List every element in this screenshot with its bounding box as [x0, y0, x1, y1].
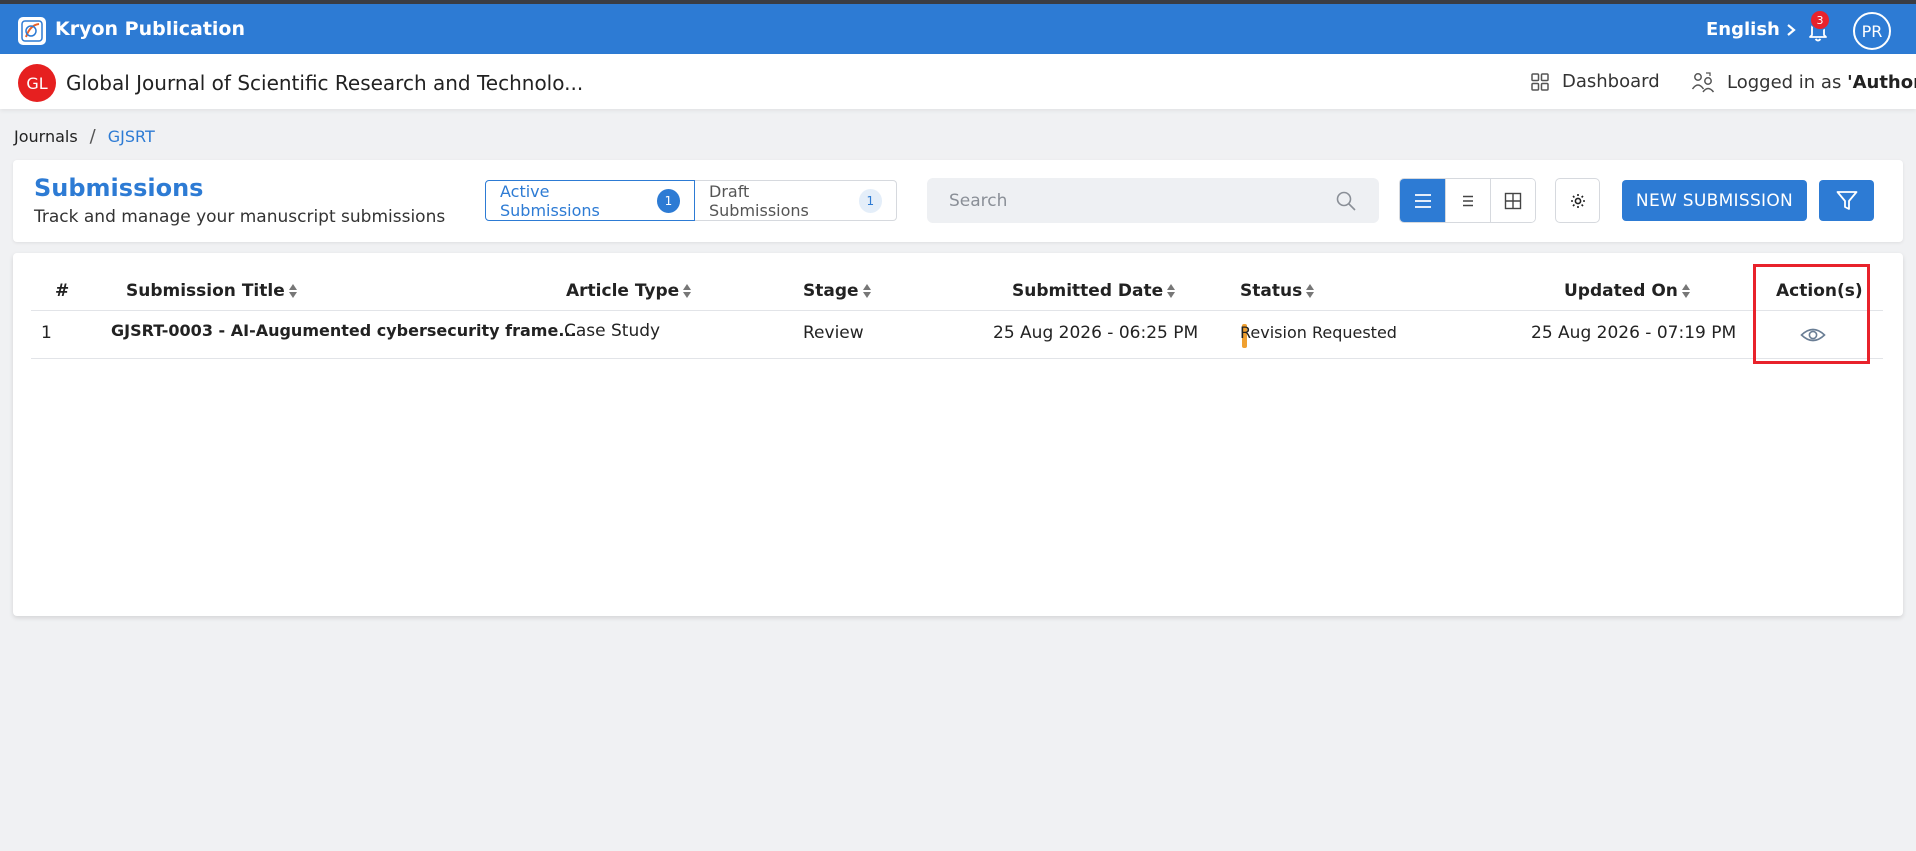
- column-header-updated-on[interactable]: Updated On: [1564, 281, 1690, 301]
- tab-draft-submissions[interactable]: Draft Submissions 1: [695, 180, 897, 221]
- column-header-submitted-date[interactable]: Submitted Date: [1012, 281, 1176, 301]
- gear-icon: [1570, 193, 1585, 208]
- status-badge: Revision Requested: [1240, 323, 1397, 342]
- journal-header: GL Global Journal of Scientific Research…: [0, 54, 1916, 109]
- submissions-header-card: Submissions Track and manage your manusc…: [13, 160, 1903, 242]
- compact-view-button[interactable]: [1445, 179, 1490, 222]
- logged-in-role-name: 'Author': [1847, 71, 1916, 93]
- new-submission-button[interactable]: NEW SUBMISSION: [1622, 180, 1807, 221]
- column-header-number: #: [55, 281, 70, 301]
- grid-icon: [1504, 192, 1522, 209]
- sort-icon: [1306, 284, 1315, 298]
- language-label: English: [1706, 19, 1780, 40]
- cell-updated-on: 25 Aug 2026 - 07:19 PM: [1531, 323, 1737, 343]
- table-row[interactable]: 1 GJSRT-0003 - AI-Augumented cybersecuri…: [31, 311, 1883, 359]
- app-header: Kryon Publication English 3 PR: [0, 4, 1916, 54]
- view-mode-toggle: [1399, 178, 1536, 223]
- cell-submission-title[interactable]: GJSRT-0003 - AI-Augumented cybersecurity…: [111, 321, 577, 340]
- breadcrumb-journals[interactable]: Journals: [14, 127, 78, 146]
- tab-label: Active Submissions: [500, 181, 600, 220]
- dashboard-label: Dashboard: [1562, 71, 1660, 92]
- breadcrumb-current[interactable]: GJSRT: [108, 127, 155, 146]
- list-icon: [1414, 193, 1431, 208]
- search-icon[interactable]: [1335, 190, 1357, 212]
- filter-icon: [1836, 190, 1857, 210]
- sort-icon: [683, 284, 692, 298]
- app-logo-icon: [18, 17, 46, 45]
- dashboard-link[interactable]: Dashboard: [1530, 71, 1660, 92]
- search-input[interactable]: [949, 190, 1335, 211]
- page-title: Submissions: [34, 174, 204, 202]
- column-header-status[interactable]: Status: [1240, 281, 1315, 301]
- actions-column-highlight: [1753, 264, 1870, 364]
- tab-active-submissions[interactable]: Active Submissions 1: [485, 180, 695, 221]
- eye-icon[interactable]: [1800, 325, 1826, 345]
- list-view-button[interactable]: [1400, 179, 1445, 222]
- chevron-right-icon: [1787, 23, 1796, 36]
- compact-list-icon: [1463, 195, 1473, 206]
- user-avatar[interactable]: PR: [1853, 12, 1891, 50]
- sort-icon: [288, 284, 297, 298]
- journal-title: Global Journal of Scientific Research an…: [66, 71, 584, 95]
- app-title: Kryon Publication: [55, 18, 246, 40]
- switch-user-icon: [1691, 72, 1715, 93]
- search-box: [927, 178, 1379, 223]
- table-header: # Submission Title Article Type Stage Su…: [31, 273, 1883, 311]
- sort-icon: [1681, 284, 1690, 298]
- sort-icon: [1167, 284, 1176, 298]
- logged-in-prefix: Logged in as: [1727, 71, 1848, 93]
- sort-icon: [862, 284, 871, 298]
- column-header-title[interactable]: Submission Title: [126, 281, 297, 301]
- submission-tabs: Active Submissions 1 Draft Submissions 1: [485, 180, 897, 221]
- settings-button[interactable]: [1555, 178, 1600, 223]
- column-header-article-type[interactable]: Article Type: [566, 281, 692, 301]
- journal-logo: GL: [18, 64, 56, 102]
- column-header-stage[interactable]: Stage: [803, 281, 871, 301]
- language-selector[interactable]: English: [1706, 19, 1796, 40]
- logged-in-role: Logged in as 'Author': [1691, 71, 1916, 93]
- tab-count-badge: 1: [656, 188, 680, 213]
- cell-stage: Review: [803, 323, 864, 343]
- tab-count-badge: 1: [858, 188, 882, 213]
- cell-submitted-date: 25 Aug 2026 - 06:25 PM: [993, 323, 1199, 343]
- filter-button[interactable]: [1819, 180, 1874, 221]
- breadcrumb: Journals / GJSRT: [14, 126, 155, 147]
- submissions-table: # Submission Title Article Type Stage Su…: [13, 253, 1903, 616]
- page-subtitle: Track and manage your manuscript submiss…: [34, 207, 446, 227]
- dashboard-grid-icon: [1531, 72, 1549, 91]
- cell-number: 1: [41, 323, 52, 343]
- grid-view-button[interactable]: [1490, 179, 1535, 222]
- cell-article-type: Case Study: [564, 321, 661, 341]
- breadcrumb-separator: /: [89, 126, 96, 147]
- notification-badge: 3: [1810, 10, 1830, 30]
- tab-label: Draft Submissions: [709, 181, 809, 220]
